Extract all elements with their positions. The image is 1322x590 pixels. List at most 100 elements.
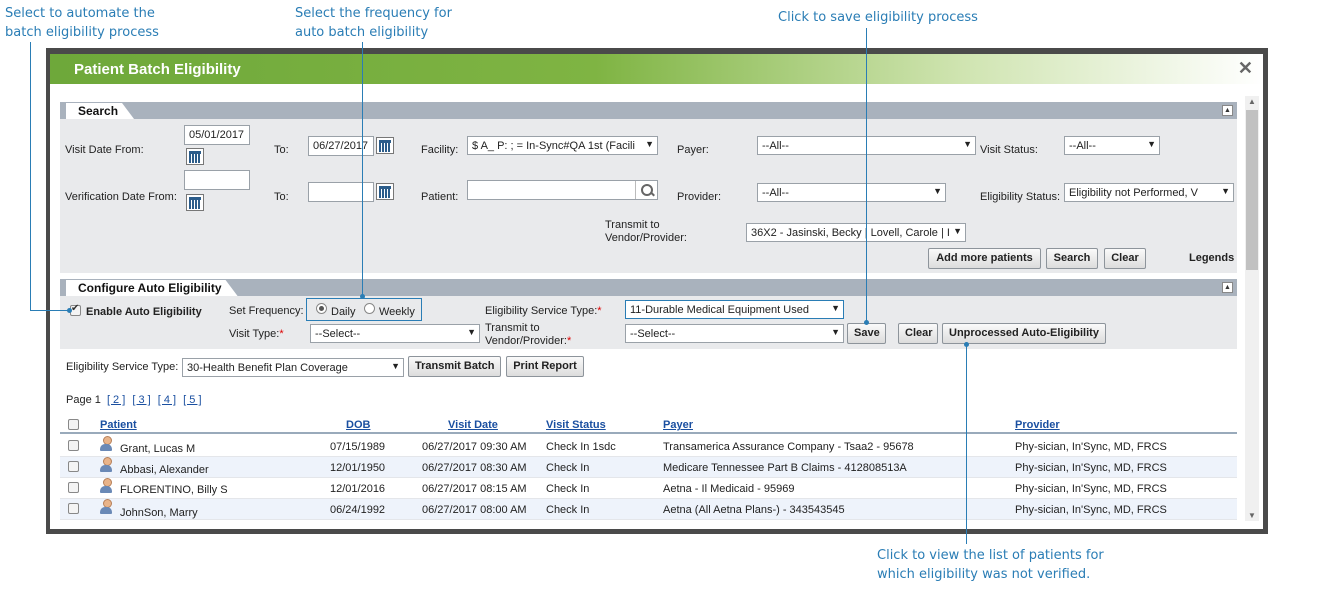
- chevron-down-icon: ▼: [831, 303, 840, 313]
- column-dob[interactable]: DOB: [346, 419, 370, 431]
- transmit-label: Transmit to Vendor/Provider:: [605, 219, 687, 244]
- modal-content: Search ▲ Visit Date From: 05/01/2017 To:…: [50, 84, 1263, 529]
- transmit-batch-button[interactable]: Transmit Batch: [408, 356, 501, 377]
- grid-header: Patient DOB Visit Date Visit Status Paye…: [60, 417, 1237, 434]
- patient-name[interactable]: Abbasi, Alexander: [120, 464, 209, 476]
- visit-status-label: Visit Status:: [980, 144, 1038, 156]
- column-visit-status[interactable]: Visit Status: [546, 419, 606, 431]
- scroll-thumb[interactable]: [1246, 110, 1258, 270]
- dob: 12/01/1950: [330, 462, 386, 474]
- visit-type-select[interactable]: --Select-- ▼: [310, 324, 480, 343]
- column-visit-date[interactable]: Visit Date: [448, 419, 498, 431]
- close-icon[interactable]: ✕: [1238, 58, 1253, 79]
- visit-date-from-calendar-icon[interactable]: [186, 148, 204, 165]
- collapse-auto-icon[interactable]: ▲: [1222, 282, 1233, 293]
- add-more-patients-button[interactable]: Add more patients: [928, 248, 1041, 269]
- verification-date-from-label: Verification Date From:: [65, 191, 177, 203]
- patient-icon: [100, 436, 112, 452]
- table-row[interactable]: Abbasi, Alexander 12/01/1950 06/27/2017 …: [60, 457, 1237, 478]
- unprocessed-auto-eligibility-button[interactable]: Unprocessed Auto-Eligibility: [942, 323, 1106, 344]
- patient-name[interactable]: JohnSon, Marry: [120, 507, 198, 519]
- provider: Phy-sician, In'Sync, MD, FRCS: [1015, 483, 1167, 495]
- visit-date: 06/27/2017 09:30 AM: [422, 441, 527, 453]
- batch-service-type-select[interactable]: 30-Health Benefit Plan Coverage ▼: [182, 358, 404, 377]
- visit-date-from-input[interactable]: 05/01/2017: [184, 125, 250, 145]
- visit-date: 06/27/2017 08:00 AM: [422, 504, 527, 516]
- auto-eligibility-section-title: Configure Auto Eligibility: [66, 280, 238, 296]
- table-row[interactable]: Grant, Lucas M 07/15/1989 06/27/2017 09:…: [60, 436, 1237, 457]
- select-all-checkbox[interactable]: [68, 419, 79, 430]
- visit-date-to-input[interactable]: 06/27/2017: [308, 136, 374, 156]
- print-report-button[interactable]: Print Report: [506, 356, 584, 377]
- transmit-select[interactable]: 36X2 - Jasinski, Becky | Lovell, Carole …: [746, 223, 966, 242]
- visit-date: 06/27/2017 08:30 AM: [422, 462, 527, 474]
- search-clear-button[interactable]: Clear: [1104, 248, 1146, 269]
- frequency-daily-radio[interactable]: [316, 303, 327, 314]
- auto-service-type-select[interactable]: 11-Durable Medical Equipment Used ▼: [625, 300, 844, 319]
- verification-date-from-input[interactable]: [184, 170, 250, 190]
- verification-date-to-label: To:: [274, 191, 289, 203]
- frequency-weekly-radio[interactable]: [364, 303, 375, 314]
- patient-name[interactable]: Grant, Lucas M: [120, 443, 195, 455]
- auto-service-type-label: Eligibility Service Type:*: [485, 305, 602, 317]
- verification-date-to-input[interactable]: [308, 182, 374, 202]
- row-checkbox[interactable]: [68, 461, 79, 472]
- eligibility-status-select[interactable]: Eligibility not Performed, V ▼: [1064, 183, 1234, 202]
- search-icon[interactable]: [635, 181, 657, 199]
- visit-status-select[interactable]: --All-- ▼: [1064, 136, 1160, 155]
- table-row[interactable]: FLORENTINO, Billy S 12/01/2016 06/27/201…: [60, 478, 1237, 499]
- collapse-search-icon[interactable]: ▲: [1222, 105, 1233, 116]
- row-checkbox[interactable]: [68, 503, 79, 514]
- page-link-2[interactable]: [ 2 ]: [107, 394, 125, 406]
- auto-clear-button[interactable]: Clear: [898, 323, 938, 344]
- verification-date-to-calendar-icon[interactable]: [376, 183, 394, 200]
- eligibility-status-value: Eligibility not Performed, V: [1069, 187, 1198, 199]
- auto-transmit-label: Transmit to Vendor/Provider:*: [485, 322, 572, 347]
- frequency-radio-group: Daily Weekly: [306, 298, 422, 321]
- page-link-4[interactable]: [ 4 ]: [158, 394, 176, 406]
- modal-titlebar[interactable]: Patient Batch Eligibility ✕: [50, 54, 1263, 84]
- scroll-up-icon[interactable]: ▲: [1248, 97, 1256, 106]
- visit-type-label: Visit Type:*: [229, 328, 284, 340]
- page-link-3[interactable]: [ 3 ]: [132, 394, 150, 406]
- payer: Aetna (All Aetna Plans-) - 343543545: [663, 504, 845, 516]
- scroll-down-icon[interactable]: ▼: [1248, 511, 1256, 520]
- chevron-down-icon: ▼: [1221, 186, 1230, 196]
- verification-date-from-calendar-icon[interactable]: [186, 194, 204, 211]
- modal-title: Patient Batch Eligibility: [74, 61, 241, 78]
- callout-unprocessed-dot: [964, 342, 969, 347]
- payer-label: Payer:: [677, 144, 709, 156]
- row-checkbox[interactable]: [68, 482, 79, 493]
- visit-type-value: --Select--: [315, 328, 361, 340]
- provider: Phy-sician, In'Sync, MD, FRCS: [1015, 462, 1167, 474]
- visit-status: Check In: [546, 462, 590, 474]
- batch-service-type-value: 30-Health Benefit Plan Coverage: [187, 362, 348, 374]
- column-payer[interactable]: Payer: [663, 419, 693, 431]
- search-button[interactable]: Search: [1046, 248, 1098, 269]
- column-patient[interactable]: Patient: [100, 419, 137, 431]
- legends-label[interactable]: Legends: [1189, 252, 1234, 264]
- chevron-down-icon: ▼: [933, 186, 942, 196]
- visit-date-from-label: Visit Date From:: [65, 144, 144, 156]
- visit-status: Check In 1sdc: [546, 441, 616, 453]
- column-provider[interactable]: Provider: [1015, 419, 1060, 431]
- visit-date-to-calendar-icon[interactable]: [376, 137, 394, 154]
- provider-value: --All--: [762, 187, 789, 199]
- enable-auto-eligibility-label: Enable Auto Eligibility: [86, 306, 202, 318]
- page-link-5[interactable]: [ 5 ]: [183, 394, 201, 406]
- provider-select[interactable]: --All-- ▼: [757, 183, 946, 202]
- patient-name[interactable]: FLORENTINO, Billy S: [120, 484, 228, 496]
- patient-label: Patient:: [421, 191, 459, 203]
- patient-search-input[interactable]: [467, 180, 658, 200]
- callout-automate-line: [30, 310, 70, 311]
- patient-icon: [100, 457, 112, 473]
- patient-icon: [100, 478, 112, 494]
- facility-select[interactable]: $ A_ P: ; = In-Sync#QA 1st (Facili ▼: [467, 136, 658, 155]
- row-checkbox[interactable]: [68, 440, 79, 451]
- dob: 12/01/2016: [330, 483, 386, 495]
- auto-transmit-select[interactable]: --Select-- ▼: [625, 324, 844, 343]
- auto-save-button[interactable]: Save: [847, 323, 886, 344]
- table-row[interactable]: JohnSon, Marry 06/24/1992 06/27/2017 08:…: [60, 499, 1237, 520]
- modal-scrollbar[interactable]: ▲ ▼: [1245, 96, 1259, 521]
- facility-value: $ A_ P: ; = In-Sync#QA 1st (Facili: [472, 140, 635, 152]
